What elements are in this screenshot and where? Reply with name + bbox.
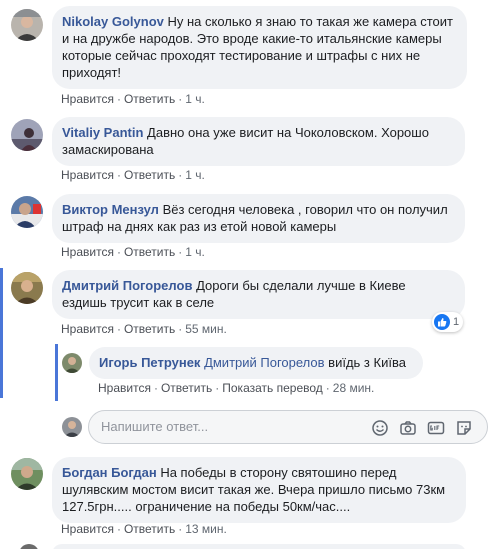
reply-button[interactable]: Ответить	[124, 522, 175, 536]
reply-thread-indicator	[55, 344, 58, 401]
comment-time[interactable]: 28 мин.	[333, 381, 375, 395]
comment-time[interactable]: 55 мин.	[185, 322, 227, 336]
comment-author[interactable]: Игорь Петрунек	[99, 355, 200, 370]
comment-author[interactable]: Богдан Богдан	[62, 465, 157, 480]
avatar[interactable]	[11, 119, 43, 151]
avatar[interactable]	[11, 272, 43, 304]
translate-link[interactable]: Показать перевод	[222, 381, 323, 395]
reaction-count[interactable]: 1	[432, 312, 464, 332]
reply-button[interactable]: Ответить	[161, 381, 212, 395]
comment-author[interactable]: Vitaliy Pantin	[62, 125, 143, 140]
comment-actions: Нравится · Ответить · Показать перевод · 28 ми…	[98, 381, 375, 395]
comment-time[interactable]: 1 ч.	[185, 168, 205, 182]
camera-icon[interactable]	[399, 419, 417, 437]
comment-actions: Нравится · Ответить · 1 ч.	[61, 168, 205, 182]
thread-indicator	[0, 268, 3, 398]
like-button[interactable]: Нравится	[98, 381, 151, 395]
comment-time[interactable]: 13 мин.	[185, 522, 227, 536]
avatar[interactable]	[11, 9, 43, 41]
comment-bubble: Богдан Богдан На победы в сторону святош…	[52, 457, 466, 523]
comment-time[interactable]: 1 ч.	[185, 92, 205, 106]
reply-input-box[interactable]	[88, 410, 488, 444]
comment-text: виїдь з Київа	[328, 355, 406, 370]
comment-bubble: Дмитрий Погорелов Дороги бы сделали лучш…	[52, 270, 465, 319]
like-icon	[434, 314, 450, 330]
sticker-icon[interactable]	[455, 419, 473, 437]
comment-bubble: Игорь Петрунек Дмитрий Погорелов виїдь з…	[89, 347, 423, 379]
reaction-count-label: 1	[453, 316, 460, 328]
gif-icon[interactable]	[427, 419, 445, 437]
avatar[interactable]	[62, 353, 82, 373]
comment-author[interactable]: Nikolay Golynov	[62, 14, 164, 29]
mention-link[interactable]: Дмитрий Погорелов	[204, 355, 324, 370]
like-button[interactable]: Нравится	[61, 322, 114, 336]
comment-bubble: Nikolay Golynov Ну на сколько я знаю то …	[52, 6, 467, 89]
like-button[interactable]: Нравится	[61, 522, 114, 536]
avatar[interactable]	[19, 544, 39, 549]
comment-author[interactable]: Виктор Мензул	[62, 202, 159, 217]
comment-author[interactable]: Дмитрий Погорелов	[62, 278, 192, 293]
comment-bubble: Виктор Мензул Вёз сегодня человека , гов…	[52, 194, 465, 243]
reply-button[interactable]: Ответить	[124, 322, 175, 336]
emoji-icon[interactable]	[371, 419, 389, 437]
comment-time[interactable]: 1 ч.	[185, 245, 205, 259]
comment-actions: Нравится · Ответить · 1 ч.	[61, 245, 205, 259]
current-user-avatar	[62, 417, 82, 437]
like-button[interactable]: Нравится	[61, 245, 114, 259]
reply-button[interactable]: Ответить	[124, 168, 175, 182]
comment-bubble: Vitaliy Pantin Давно она уже висит на Чо…	[52, 117, 465, 166]
like-button[interactable]: Нравится	[61, 92, 114, 106]
next-comment-bubble	[52, 544, 466, 549]
avatar[interactable]	[11, 196, 43, 228]
like-button[interactable]: Нравится	[61, 168, 114, 182]
comment-actions: Нравится · Ответить · 1 ч.	[61, 92, 205, 106]
comment-actions: Нравится · Ответить · 13 мин.	[61, 522, 227, 536]
reply-input[interactable]	[101, 419, 351, 434]
avatar[interactable]	[11, 458, 43, 490]
reply-button[interactable]: Ответить	[124, 245, 175, 259]
reply-button[interactable]: Ответить	[124, 92, 175, 106]
comment-actions: Нравится · Ответить · 55 мин.	[61, 322, 227, 336]
